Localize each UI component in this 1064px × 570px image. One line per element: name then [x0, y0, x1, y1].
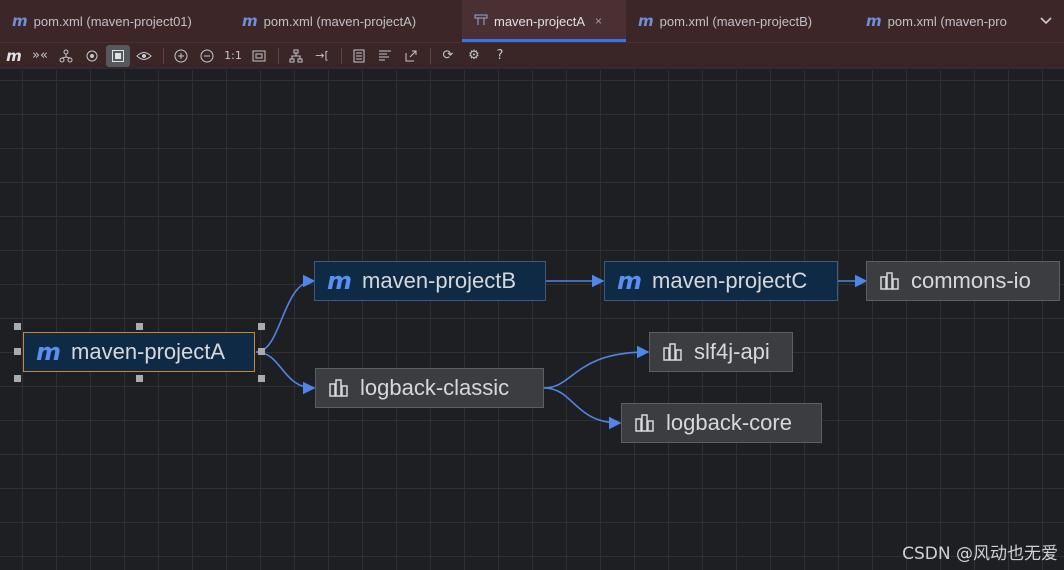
node-logback-classic[interactable]: logback-classic [315, 368, 544, 408]
maven-icon: m [36, 338, 62, 366]
diagram-toolbar: m »« 1:1 →[ ⟳ ⚙ ? [0, 43, 1064, 69]
edge-logback-classic-logback-core [543, 387, 622, 430]
tab-label: pom.xml (maven-projectA) [263, 13, 417, 29]
node-label: commons-io [911, 268, 1031, 293]
library-icon [879, 271, 901, 291]
zoom-out-icon[interactable] [195, 45, 219, 67]
node-label: slf4j-api [694, 339, 770, 364]
selection-handle[interactable] [258, 375, 265, 382]
edge-projectA-projectB [255, 274, 316, 353]
node-label: maven-projectA [71, 339, 226, 364]
selection-handle[interactable] [14, 375, 21, 382]
close-icon[interactable]: × [595, 14, 602, 28]
selection-handle[interactable] [258, 348, 265, 355]
node-slf4j-api[interactable]: slf4j-api [649, 332, 793, 372]
chevron-down-icon[interactable] [1028, 0, 1064, 42]
tab-diagram-projectA[interactable]: maven-projectA × [462, 0, 626, 42]
toolbar-separator [430, 47, 431, 64]
dependency-edges [255, 274, 868, 430]
focus-icon[interactable] [80, 45, 104, 67]
selection-handle[interactable] [136, 323, 143, 330]
open-external-icon[interactable] [399, 45, 423, 67]
tab-label: maven-projectA [494, 13, 586, 29]
maven-icon: m [12, 12, 28, 30]
tab-pom-projectA[interactable]: m pom.xml (maven-projectA) [230, 0, 462, 42]
diagram-canvas[interactable]: m maven-projectA m maven-projectB m mave… [0, 70, 1064, 570]
selection-handle[interactable] [136, 375, 143, 382]
node-label: maven-projectC [652, 268, 808, 293]
node-maven-projectC[interactable]: m maven-projectC [604, 261, 838, 301]
node-maven-projectB[interactable]: m maven-projectB [314, 261, 546, 301]
selection-handle[interactable] [14, 323, 21, 330]
library-icon [634, 413, 656, 433]
edge-projectA-logback-classic [255, 351, 316, 395]
node-label: logback-core [666, 410, 792, 435]
tab-label: pom.xml (maven-project01) [33, 13, 192, 29]
hierarchy-icon[interactable] [54, 45, 78, 67]
node-commons-io[interactable]: commons-io [866, 261, 1060, 301]
maven-icon: m [638, 12, 654, 30]
maven-icon: m [242, 12, 258, 30]
collapse-icon[interactable]: »« [28, 45, 52, 67]
layout-icon[interactable] [284, 45, 308, 67]
maven-icon: m [866, 12, 882, 30]
maven-icon: m [327, 267, 353, 295]
apply-layout-icon[interactable]: →[ [310, 45, 334, 67]
actual-size-icon[interactable]: 1:1 [221, 45, 245, 67]
watermark: CSDN @风动也无爱 [902, 544, 1058, 564]
library-icon [328, 378, 350, 398]
node-logback-core[interactable]: logback-core [621, 403, 822, 443]
select-mode-icon[interactable] [106, 44, 130, 67]
tab-label: pom.xml (maven-pro [887, 13, 1007, 29]
help-icon[interactable]: ? [488, 45, 512, 67]
diagram-icon [474, 14, 488, 29]
gear-icon[interactable]: ⚙ [462, 45, 486, 67]
maven-icon: m [617, 267, 643, 295]
node-label: maven-projectB [362, 268, 517, 293]
selection-handle[interactable] [14, 348, 21, 355]
toolbar-separator [341, 47, 342, 64]
zoom-in-icon[interactable] [169, 45, 193, 67]
tab-pom-projectB[interactable]: m pom.xml (maven-projectB) [626, 0, 854, 42]
toolbar-separator [163, 47, 164, 64]
maven-icon[interactable]: m [2, 45, 26, 67]
tab-pom-project01[interactable]: m pom.xml (maven-project01) [0, 0, 230, 42]
toolbar-separator [278, 47, 279, 64]
eye-icon[interactable] [132, 45, 156, 67]
edge-logback-classic-slf4j [543, 345, 650, 389]
refresh-icon[interactable]: ⟳ [436, 45, 460, 67]
tab-label: pom.xml (maven-projectB) [659, 13, 813, 29]
node-label: logback-classic [360, 375, 510, 400]
node-maven-projectA[interactable]: m maven-projectA [23, 332, 255, 372]
export-icon[interactable] [373, 45, 397, 67]
editor-tab-bar: m pom.xml (maven-project01) m pom.xml (m… [0, 0, 1064, 43]
tab-pom-projectC[interactable]: m pom.xml (maven-pro [854, 0, 1028, 42]
library-icon [662, 342, 684, 362]
copy-icon[interactable] [347, 45, 371, 67]
fit-content-icon[interactable] [247, 45, 271, 67]
selection-handle[interactable] [258, 323, 265, 330]
